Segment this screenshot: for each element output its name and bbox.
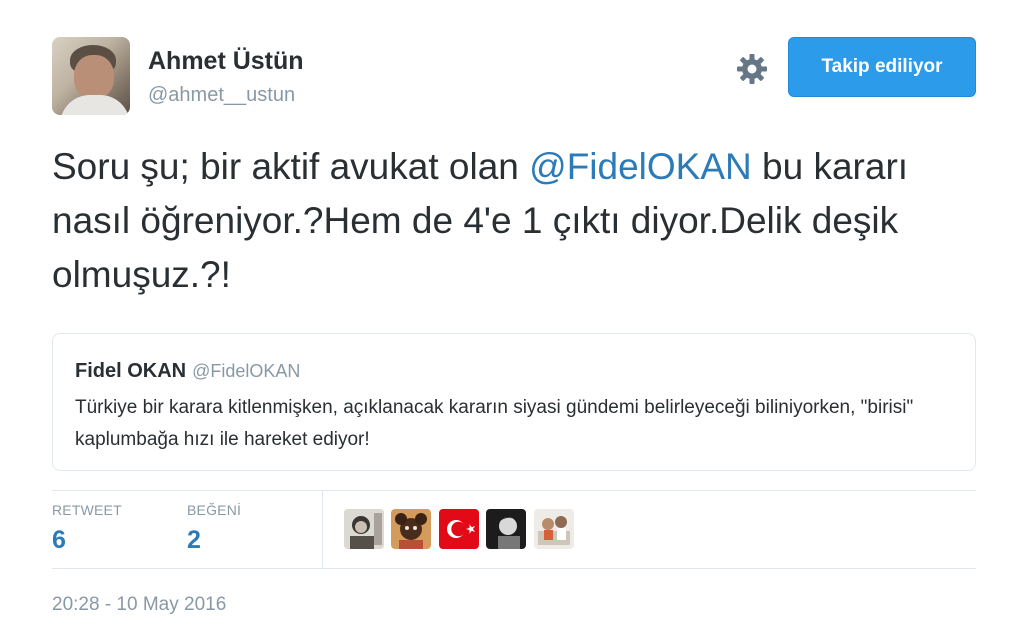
tweet-text-start: Soru şu; bir aktif avukat olan xyxy=(52,146,530,187)
liker-avatar-3-turkish-flag-icon[interactable] xyxy=(439,509,479,549)
retweet-stat[interactable]: RETWEET 6 xyxy=(52,502,122,555)
liker-avatar-2[interactable] xyxy=(391,509,431,549)
liker-avatar-4[interactable] xyxy=(486,509,526,549)
like-count: 2 xyxy=(187,526,201,554)
author-avatar[interactable] xyxy=(52,37,130,115)
stats-top-divider xyxy=(52,490,976,491)
author-handle[interactable]: @ahmet__ustun xyxy=(148,84,295,107)
tweet-text: Soru şu; bir aktif avukat olan @FidelOKA… xyxy=(52,140,952,302)
quoted-tweet-author: Fidel OKAN @FidelOKAN xyxy=(75,360,300,383)
like-label: BEĞENİ xyxy=(187,502,242,518)
stats-vertical-divider xyxy=(322,491,323,568)
retweet-label: RETWEET xyxy=(52,502,122,518)
avatar-face-shape xyxy=(74,55,114,99)
tweet-mention-link[interactable]: @FidelOKAN xyxy=(529,146,752,187)
like-stat[interactable]: BEĞENİ 2 xyxy=(187,502,241,555)
liker-avatar-1[interactable] xyxy=(344,509,384,549)
gear-icon[interactable] xyxy=(735,52,769,86)
author-name[interactable]: Ahmet Üstün xyxy=(148,47,304,76)
liker-avatar-5[interactable] xyxy=(534,509,574,549)
quoted-tweet-text: Türkiye bir karara kitlenmişken, açıklan… xyxy=(75,397,914,450)
avatar-shirt-shape xyxy=(60,95,130,115)
tweet-card: Ahmet Üstün @ahmet__ustun Takip ediliyor… xyxy=(0,0,1024,638)
tweet-timestamp[interactable]: 20:28 - 10 May 2016 xyxy=(52,594,226,616)
quoted-tweet[interactable]: Fidel OKAN @FidelOKAN Türkiye bir karara … xyxy=(52,333,976,471)
quoted-tweet-handle: @FidelOKAN xyxy=(192,361,301,381)
quoted-tweet-name: Fidel OKAN xyxy=(75,360,187,382)
following-button[interactable]: Takip ediliyor xyxy=(788,37,976,97)
retweet-count: 6 xyxy=(52,526,66,554)
stats-bottom-divider xyxy=(52,568,976,569)
